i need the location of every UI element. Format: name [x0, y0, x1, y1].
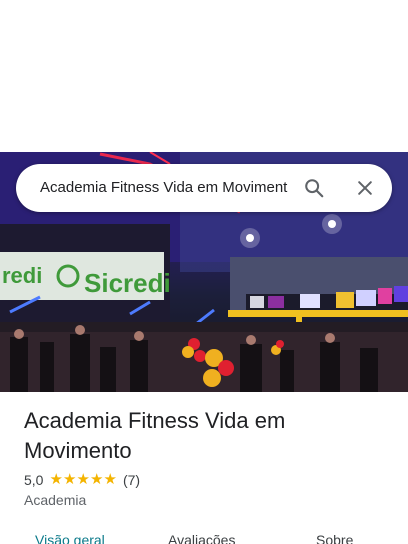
rating-stars: ★ ★ ★ ★ ★: [49, 470, 117, 490]
place-title: Academia Fitness Vida em Movimento: [24, 408, 286, 463]
place-tabs: Visão geral Avaliações Sobre: [0, 526, 408, 544]
search-bar[interactable]: Academia Fitness Vida em Movimento: [16, 164, 392, 212]
star-icon: ★: [103, 471, 117, 488]
close-icon[interactable]: [349, 172, 381, 204]
review-count[interactable]: (7): [123, 472, 140, 488]
star-icon: ★: [62, 471, 77, 488]
place-category: Academia: [24, 492, 87, 508]
star-icon: ★: [89, 471, 104, 488]
tab-reviews[interactable]: Avaliações: [168, 532, 235, 544]
banner-text-left: redi: [2, 263, 42, 288]
star-icon: ★: [76, 471, 90, 488]
search-icon[interactable]: [298, 172, 330, 204]
rating-row[interactable]: 5,0 ★ ★ ★ ★ ★ (7): [24, 470, 140, 490]
map-blank-area: [0, 0, 408, 152]
tab-about[interactable]: Sobre: [316, 532, 353, 544]
star-icon: ★: [49, 471, 63, 488]
rating-value: 5,0: [24, 472, 44, 488]
tab-overview[interactable]: Visão geral: [35, 532, 105, 544]
banner-text: Sicredi: [84, 268, 171, 298]
search-input[interactable]: Academia Fitness Vida em Movimento: [40, 164, 288, 212]
